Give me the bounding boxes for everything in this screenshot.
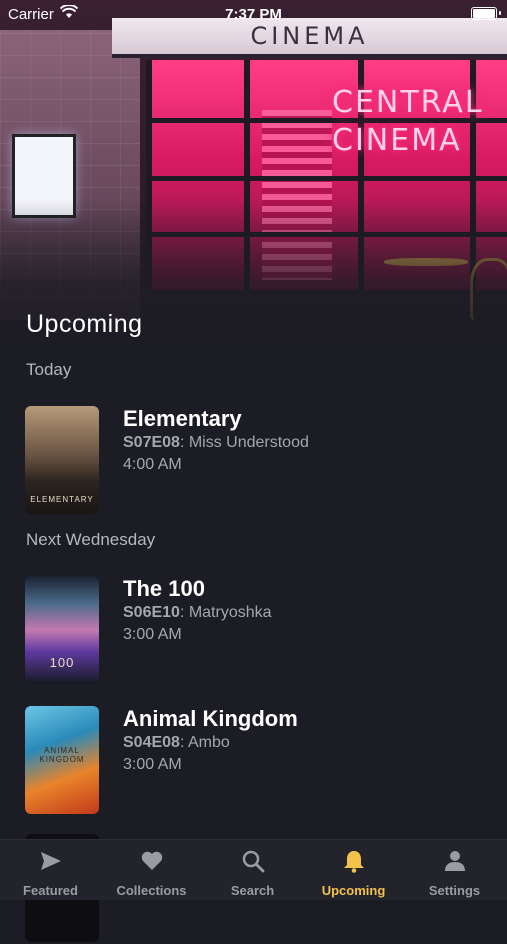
episode-name: : Matryoshka — [179, 604, 272, 621]
page-title: Upcoming — [26, 310, 143, 338]
episode-item-elementary[interactable]: ELEMENTARY Elementary S07E08: Miss Under… — [25, 406, 485, 516]
bell-icon — [343, 851, 364, 873]
clock: 7:37 PM — [225, 6, 282, 23]
tab-search[interactable]: Search — [202, 840, 303, 900]
episode-info: S06E10: Matryoshka — [123, 604, 272, 622]
episode-info: S07E08: Miss Understood — [123, 434, 309, 452]
episode-item-the-100[interactable]: 100 The 100 S06E10: Matryoshka 3:00 AM — [25, 576, 485, 686]
episode-code: S07E08 — [123, 434, 180, 451]
episode-info: S04E08: Ambo — [123, 734, 230, 752]
episode-name: : Miss Understood — [179, 434, 309, 451]
episode-code: S04E08 — [123, 734, 180, 751]
episode-name: : Ambo — [179, 734, 230, 751]
tab-featured[interactable]: Featured — [0, 840, 101, 900]
heart-icon — [141, 851, 162, 870]
tab-upcoming[interactable]: Upcoming — [303, 840, 404, 900]
episode-item-animal-kingdom[interactable]: ANIMAL KINGDOM Animal Kingdom S04E08: Am… — [25, 706, 485, 816]
episode-code: S06E10 — [123, 604, 180, 621]
section-label-next-wednesday: Next Wednesday — [26, 530, 156, 549]
section-label-today: Today — [26, 360, 72, 379]
neon-sign: CENTRAL CINEMA — [332, 84, 507, 160]
battery-icon — [471, 7, 497, 20]
show-poster-elementary: ELEMENTARY — [25, 406, 99, 514]
tab-collections[interactable]: Collections — [101, 840, 202, 900]
paper-plane-icon — [40, 852, 61, 870]
search-icon — [242, 850, 264, 873]
status-bar: Carrier 7:37 PM — [0, 0, 507, 28]
tab-bar: Featured Collections Search Upcoming Set… — [0, 839, 507, 900]
air-time: 4:00 AM — [123, 456, 182, 473]
neon-line-1: CENTRAL — [332, 85, 484, 120]
neon-line-2: CINEMA — [332, 123, 462, 158]
tab-settings[interactable]: Settings — [404, 840, 505, 900]
hero-gradient-overlay — [0, 200, 507, 390]
show-poster-the-100: 100 — [25, 576, 99, 684]
show-title: Animal Kingdom — [123, 706, 298, 731]
show-poster-animal-kingdom: ANIMAL KINGDOM — [25, 706, 99, 814]
show-title: The 100 — [123, 576, 205, 601]
air-time: 3:00 AM — [123, 626, 182, 643]
air-time: 3:00 AM — [123, 756, 182, 773]
person-icon — [444, 851, 465, 871]
show-title: Elementary — [123, 406, 242, 431]
